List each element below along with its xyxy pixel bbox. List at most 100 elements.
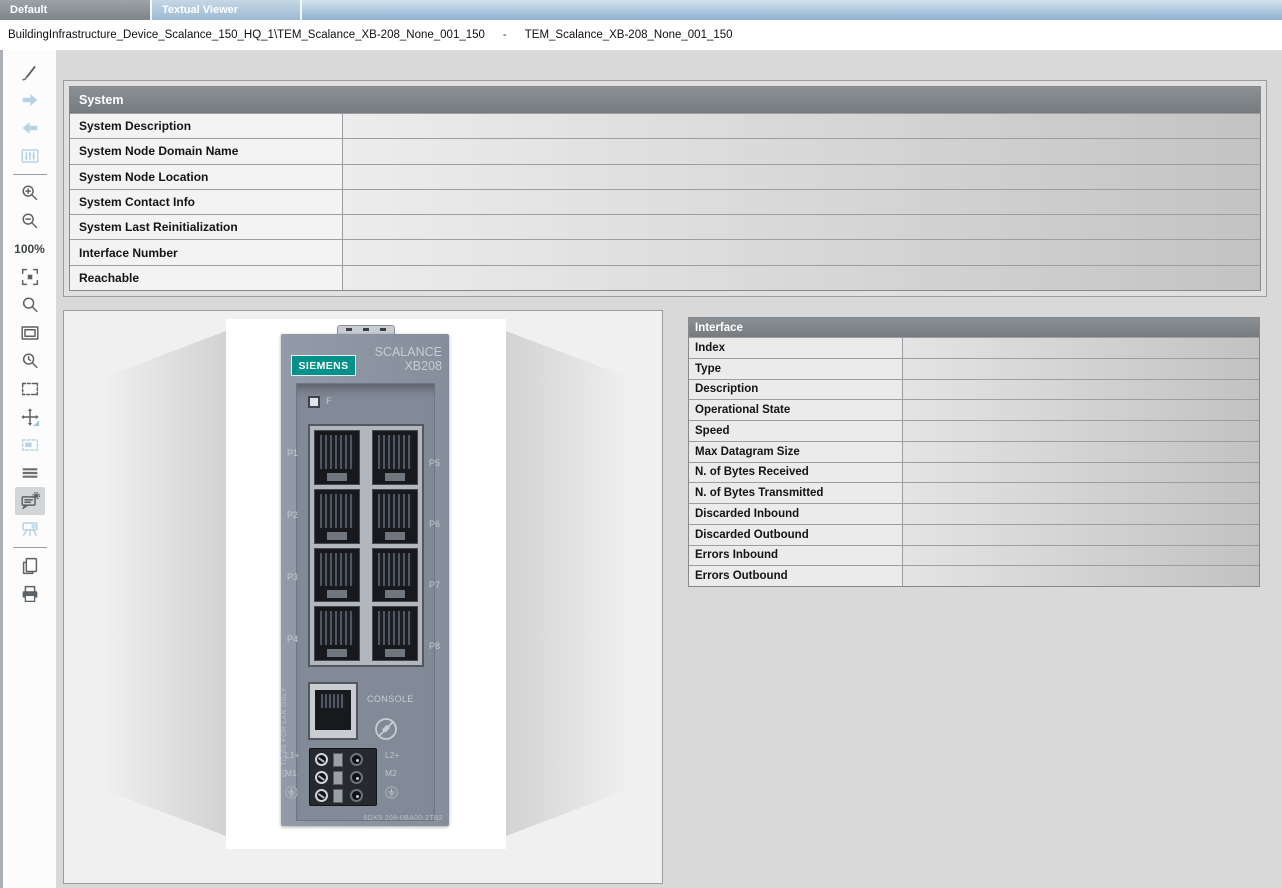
row-label: Speed xyxy=(689,421,903,441)
row-value[interactable] xyxy=(903,442,1259,462)
row-label: N. of Bytes Transmitted xyxy=(689,483,903,503)
lan-port-block xyxy=(308,424,424,667)
terminal-label: M2 xyxy=(385,768,397,778)
forward-button[interactable] xyxy=(15,86,45,114)
copy-pages-button[interactable] xyxy=(15,552,45,580)
copy-pages-icon xyxy=(19,555,41,577)
row-value[interactable] xyxy=(343,139,1260,163)
row-value[interactable] xyxy=(903,525,1259,545)
back-button[interactable] xyxy=(15,114,45,142)
terminal-label: L1+ xyxy=(285,750,299,760)
breadcrumb-separator: - xyxy=(503,29,507,41)
table-row: Reachable xyxy=(70,265,1260,290)
zoom-history-button[interactable] xyxy=(15,347,45,375)
row-value[interactable] xyxy=(903,463,1259,483)
pan-resize-button[interactable] xyxy=(15,403,45,431)
port-label: P8 xyxy=(429,641,440,651)
zoom-in-button[interactable] xyxy=(15,179,45,207)
row-value[interactable] xyxy=(343,266,1260,290)
rj45-port xyxy=(314,548,360,603)
row-label: Errors Inbound xyxy=(689,546,903,566)
system-panel: System System Description System Node Do… xyxy=(63,80,1267,297)
row-value[interactable] xyxy=(903,400,1259,420)
row-label: System Node Domain Name xyxy=(70,139,343,163)
fit-window-icon xyxy=(19,322,41,344)
tab-default-label: Default xyxy=(10,4,47,16)
tab-default[interactable]: Default xyxy=(0,0,150,20)
table-row: N. of Bytes Transmitted xyxy=(689,482,1259,503)
row-value[interactable] xyxy=(343,114,1260,138)
row-value[interactable] xyxy=(903,421,1259,441)
print-button[interactable] xyxy=(15,580,45,608)
table-row: Discarded Inbound xyxy=(689,503,1259,524)
search-view-button[interactable] xyxy=(15,291,45,319)
row-value[interactable] xyxy=(903,546,1259,566)
camera-view-button[interactable] xyxy=(15,515,45,543)
interface-table: Interface Index Type Description xyxy=(688,317,1260,587)
row-label: Index xyxy=(689,338,903,358)
layers-list-button[interactable] xyxy=(15,459,45,487)
device-panel: SIEMENS SCALANCE XB208 F xyxy=(63,310,663,884)
center-view-icon xyxy=(19,266,41,288)
port-label: P4 xyxy=(287,634,298,644)
ground-icon xyxy=(385,786,398,799)
comment-gear-icon xyxy=(19,490,41,512)
region-select-icon xyxy=(19,434,41,456)
row-label: N. of Bytes Received xyxy=(689,463,903,483)
zoom-level-indicator[interactable]: 100% xyxy=(14,235,45,263)
row-value[interactable] xyxy=(903,504,1259,524)
application-window: Default Textual Viewer BuildingInfrastru… xyxy=(0,0,1282,888)
table-row: Errors Inbound xyxy=(689,545,1259,566)
fit-window-button[interactable] xyxy=(15,319,45,347)
console-port xyxy=(308,682,358,740)
tab-textual-viewer[interactable]: Textual Viewer xyxy=(152,0,300,20)
zoom-out-button[interactable] xyxy=(15,207,45,235)
system-table-header: System xyxy=(70,87,1260,113)
port-label: P6 xyxy=(429,519,440,529)
row-value[interactable] xyxy=(343,165,1260,189)
fault-led xyxy=(308,396,320,408)
table-row: System Node Domain Name xyxy=(70,138,1260,163)
row-value[interactable] xyxy=(903,359,1259,379)
arrow-right-icon xyxy=(19,89,41,111)
article-number: 6GK5 208-0BA00-2TB2 xyxy=(363,815,443,822)
rj45-port xyxy=(314,430,360,485)
rj45-port xyxy=(372,430,418,485)
row-value[interactable] xyxy=(903,483,1259,503)
system-table-body: System Description System Node Domain Na… xyxy=(70,113,1260,290)
table-row: System Contact Info xyxy=(70,189,1260,214)
device-model-text: SCALANCE XB208 xyxy=(375,345,442,374)
row-label: Max Datagram Size xyxy=(689,442,903,462)
breadcrumb-title: TEM_Scalance_XB-208_None_001_150 xyxy=(525,29,733,41)
scalance-device-image: SIEMENS SCALANCE XB208 F xyxy=(281,334,449,826)
row-value[interactable] xyxy=(343,240,1260,264)
terminal-label: M1 xyxy=(285,768,297,778)
center-view-button[interactable] xyxy=(15,263,45,291)
interface-table-header: Interface xyxy=(689,318,1259,337)
table-row: Index xyxy=(689,337,1259,358)
no-telephone-icon xyxy=(373,716,399,742)
power-terminal-block xyxy=(309,748,377,806)
row-value[interactable] xyxy=(343,190,1260,214)
port-label: P1 xyxy=(287,448,298,458)
row-label: Errors Outbound xyxy=(689,566,903,586)
filter-settings-button[interactable] xyxy=(15,142,45,170)
row-label: System Description xyxy=(70,114,343,138)
comment-settings-button[interactable] xyxy=(15,487,45,515)
edit-tool-button[interactable] xyxy=(15,58,45,86)
port-label: P5 xyxy=(429,458,440,468)
table-row: N. of Bytes Received xyxy=(689,462,1259,483)
console-label: CONSOLE xyxy=(367,694,414,704)
row-value[interactable] xyxy=(903,338,1259,358)
zoom-history-icon xyxy=(19,350,41,372)
table-row: System Description xyxy=(70,113,1260,138)
row-value[interactable] xyxy=(903,566,1259,586)
tab-separator xyxy=(300,0,302,20)
region-select-button[interactable] xyxy=(15,431,45,459)
row-value[interactable] xyxy=(343,215,1260,239)
row-label: Type xyxy=(689,359,903,379)
row-label: Discarded Outbound xyxy=(689,525,903,545)
row-value[interactable] xyxy=(903,380,1259,400)
breadcrumb-path[interactable]: BuildingInfrastructure_Device_Scalance_1… xyxy=(8,29,485,41)
selection-rect-button[interactable] xyxy=(15,375,45,403)
